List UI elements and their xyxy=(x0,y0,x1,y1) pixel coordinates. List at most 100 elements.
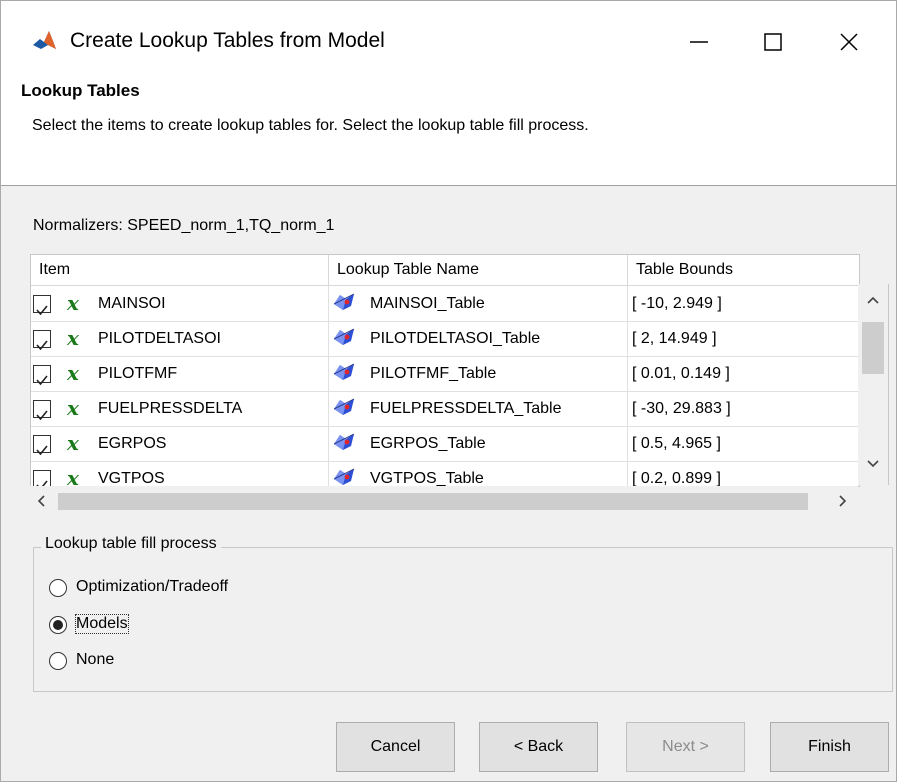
cell-item: x FUELPRESSDELTA xyxy=(31,391,329,426)
table-row[interactable]: x EGRPOS EGRPOS_Table [ 0.5, 4.965 ] xyxy=(31,426,859,462)
minimize-button[interactable] xyxy=(669,16,729,68)
item-name: PILOTDELTASOI xyxy=(98,330,221,347)
wizard-header: Lookup Tables Select the items to create… xyxy=(1,79,896,186)
cell-lookup-table-name[interactable]: EGRPOS_Table xyxy=(329,426,628,461)
table-bounds-value: [ -10, 2.949 ] xyxy=(632,295,722,312)
table-row[interactable]: x FUELPRESSDELTA FUELPRESSDELTA_Table [ -30… xyxy=(31,391,859,427)
minimize-icon xyxy=(690,41,708,43)
lookup-table-icon xyxy=(333,433,355,450)
variable-x-icon: x xyxy=(67,361,79,385)
item-name: VGTPOS xyxy=(98,470,165,487)
check-icon xyxy=(36,445,48,456)
window-title: Create Lookup Tables from Model xyxy=(70,29,385,52)
table-row[interactable]: x MAINSOI MAINSOI_Table [ -10, 2.949 ] xyxy=(31,286,859,322)
item-checkbox[interactable] xyxy=(33,330,51,351)
lookup-table-grid: Item Lookup Table Name Table Bounds x MAI… xyxy=(30,254,860,487)
lookup-table-name: VGTPOS_Table xyxy=(370,470,484,487)
lookup-table-name: PILOTDELTASOI_Table xyxy=(370,330,541,347)
item-name: FUELPRESSDELTA xyxy=(98,400,243,417)
radio-models[interactable] xyxy=(49,616,67,634)
cell-lookup-table-name[interactable]: MAINSOI_Table xyxy=(329,286,628,321)
scroll-right-icon[interactable] xyxy=(836,494,848,508)
lookup-table-icon xyxy=(333,328,355,345)
cell-table-bounds[interactable]: [ 0.01, 0.149 ] xyxy=(628,356,859,391)
radio-label-optimization-tradeoff[interactable]: Optimization/Tradeoff xyxy=(76,578,228,596)
cell-table-bounds[interactable]: [ 2, 14.949 ] xyxy=(628,321,859,356)
cell-table-bounds[interactable]: [ 0.2, 0.899 ] xyxy=(628,461,859,487)
table-bounds-value: [ 0.5, 4.965 ] xyxy=(632,435,721,452)
cell-table-bounds[interactable]: [ -30, 29.883 ] xyxy=(628,391,859,426)
radio-none[interactable] xyxy=(49,652,67,670)
page-title: Lookup Tables xyxy=(21,81,140,100)
table-row[interactable]: x PILOTDELTASOI PILOTDELTASOI_Table [ 2, 14… xyxy=(31,321,859,357)
radio-optimization-tradeoff[interactable] xyxy=(49,579,67,597)
maximize-button[interactable] xyxy=(743,16,803,68)
check-icon xyxy=(36,340,48,351)
radio-label-models[interactable]: Models xyxy=(75,614,129,634)
cell-lookup-table-name[interactable]: PILOTDELTASOI_Table xyxy=(329,321,628,356)
dialog-window: Create Lookup Tables from Model Lookup T… xyxy=(0,0,897,782)
cell-lookup-table-name[interactable]: FUELPRESSDELTA_Table xyxy=(329,391,628,426)
cancel-button[interactable]: Cancel xyxy=(336,722,455,772)
horizontal-scroll-thumb[interactable] xyxy=(58,493,808,510)
finish-button[interactable]: Finish xyxy=(770,722,889,772)
variable-x-icon: x xyxy=(67,431,79,455)
next-button[interactable]: Next > xyxy=(626,722,745,772)
back-button[interactable]: < Back xyxy=(479,722,598,772)
table-bounds-value: [ 0.2, 0.899 ] xyxy=(632,470,721,487)
matlab-logo-icon xyxy=(33,31,56,49)
item-name: MAINSOI xyxy=(98,295,166,312)
item-checkbox[interactable] xyxy=(33,400,51,421)
cell-item: x PILOTFMF xyxy=(31,356,329,391)
title-bar: Create Lookup Tables from Model xyxy=(1,1,896,79)
table-bounds-value: [ 0.01, 0.149 ] xyxy=(632,365,730,382)
horizontal-scrollbar[interactable] xyxy=(30,486,858,516)
table-header: Item Lookup Table Name Table Bounds xyxy=(31,255,859,286)
column-header-lookup-table-name[interactable]: Lookup Table Name xyxy=(329,255,628,285)
item-checkbox[interactable] xyxy=(33,365,51,386)
fill-process-legend: Lookup table fill process xyxy=(41,535,221,553)
check-icon xyxy=(36,305,48,316)
lookup-table-icon xyxy=(333,293,355,310)
lookup-table-icon xyxy=(333,363,355,380)
lookup-table-name: PILOTFMF_Table xyxy=(370,365,497,382)
lookup-table-icon xyxy=(333,468,355,485)
close-icon xyxy=(840,33,858,51)
table-row[interactable]: x VGTPOS VGTPOS_Table [ 0.2, 0.899 ] xyxy=(31,461,859,487)
item-checkbox[interactable] xyxy=(33,470,51,486)
variable-x-icon: x xyxy=(67,291,79,315)
table-bounds-value: [ 2, 14.949 ] xyxy=(632,330,717,347)
close-button[interactable] xyxy=(819,16,879,68)
cell-item: x PILOTDELTASOI xyxy=(31,321,329,356)
normalizers-label: Normalizers: SPEED_norm_1,TQ_norm_1 xyxy=(33,217,335,234)
column-header-item[interactable]: Item xyxy=(31,255,329,285)
radio-label-none[interactable]: None xyxy=(76,651,114,669)
variable-x-icon: x xyxy=(67,326,79,350)
vertical-scroll-thumb[interactable] xyxy=(862,322,884,374)
item-checkbox[interactable] xyxy=(33,435,51,456)
check-icon xyxy=(36,410,48,421)
cell-lookup-table-name[interactable]: VGTPOS_Table xyxy=(329,461,628,487)
cell-table-bounds[interactable]: [ 0.5, 4.965 ] xyxy=(628,426,859,461)
variable-x-icon: x xyxy=(67,396,79,420)
table-row[interactable]: x PILOTFMF PILOTFMF_Table [ 0.01, 0.149 ] xyxy=(31,356,859,392)
table-bounds-value: [ -30, 29.883 ] xyxy=(632,400,731,417)
scroll-down-icon[interactable] xyxy=(866,458,880,470)
vertical-scrollbar[interactable] xyxy=(858,284,889,485)
cell-item: x MAINSOI xyxy=(31,286,329,321)
lookup-table-name: MAINSOI_Table xyxy=(370,295,485,312)
cell-table-bounds[interactable]: [ -10, 2.949 ] xyxy=(628,286,859,321)
maximize-icon xyxy=(764,33,782,51)
column-header-table-bounds[interactable]: Table Bounds xyxy=(628,255,859,285)
page-description: Select the items to create lookup tables… xyxy=(32,117,589,134)
scroll-up-icon[interactable] xyxy=(866,294,880,306)
scroll-left-icon[interactable] xyxy=(36,494,48,508)
check-icon xyxy=(36,375,48,386)
variable-x-icon: x xyxy=(67,466,79,487)
fill-process-group xyxy=(33,547,893,692)
item-checkbox[interactable] xyxy=(33,295,51,316)
cell-lookup-table-name[interactable]: PILOTFMF_Table xyxy=(329,356,628,391)
lookup-table-name: FUELPRESSDELTA_Table xyxy=(370,400,562,417)
cell-item: x EGRPOS xyxy=(31,426,329,461)
cell-item: x VGTPOS xyxy=(31,461,329,487)
